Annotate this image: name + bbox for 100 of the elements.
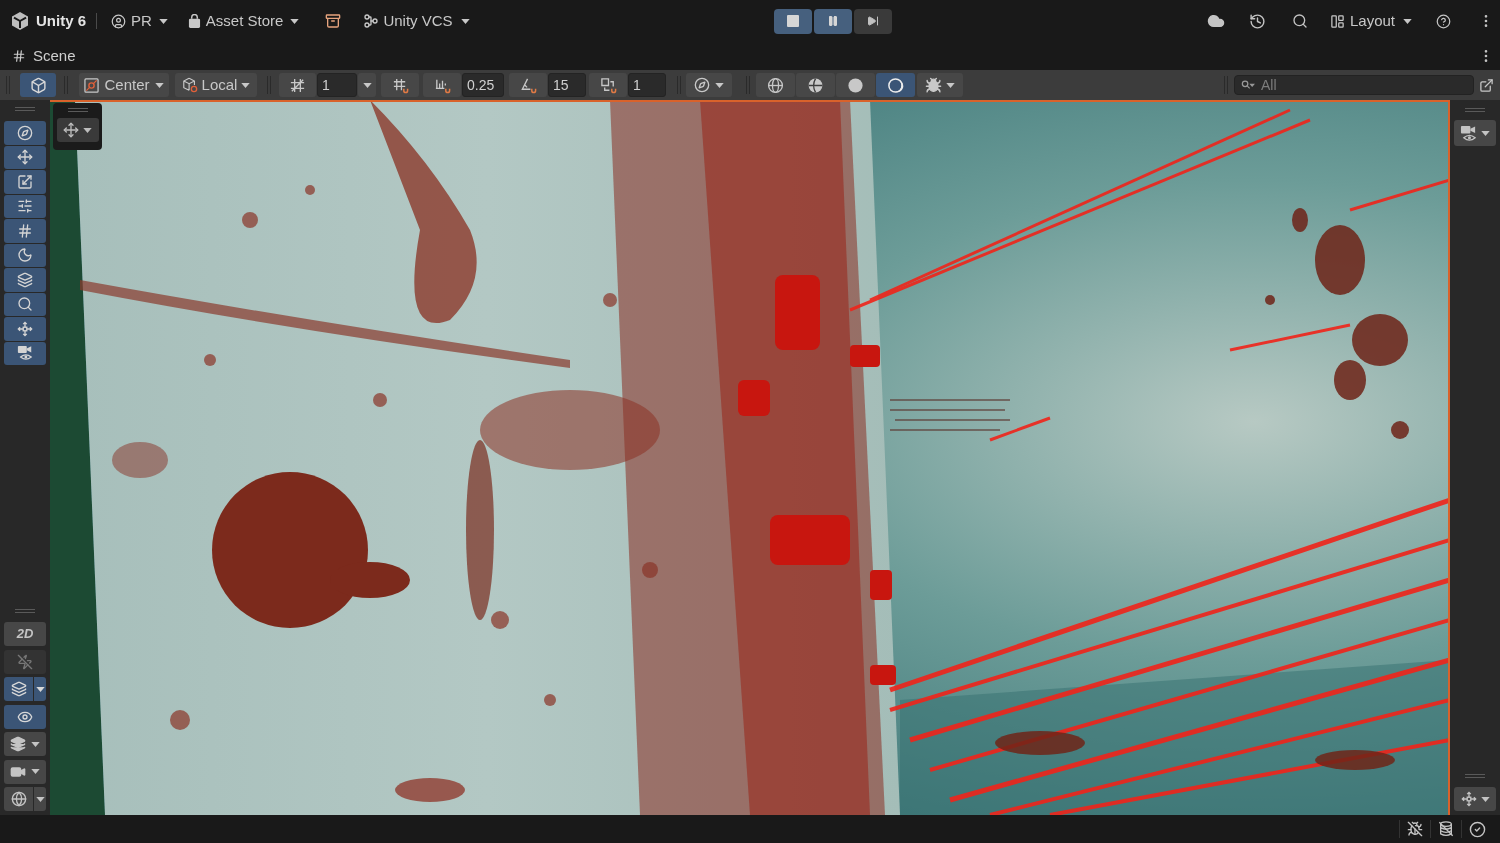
- database-off-icon: [1438, 821, 1454, 837]
- rotation-snap-button[interactable]: [509, 73, 547, 97]
- lit-mode-button[interactable]: [876, 73, 915, 97]
- slashed-bolt-icon: [17, 653, 33, 670]
- unlit-mode-button[interactable]: [836, 73, 875, 97]
- version-control-dropdown[interactable]: Unity VCS: [359, 7, 474, 35]
- account-dropdown[interactable]: PR: [107, 7, 172, 35]
- rotation-snap-field[interactable]: 15: [548, 73, 586, 97]
- drag-handle-icon[interactable]: [15, 609, 35, 613]
- compass-icon: [694, 77, 710, 93]
- hash-icon: [17, 222, 33, 239]
- tool-handle-dropdown[interactable]: [686, 73, 732, 97]
- view-tool-button[interactable]: [4, 121, 46, 145]
- layers-icon: [10, 681, 27, 697]
- caret-icon: [31, 769, 40, 774]
- gizmos-toggle-button[interactable]: [4, 787, 33, 811]
- caret-icon: [460, 18, 470, 24]
- bug-off-icon: [1407, 821, 1423, 837]
- caret-icon: [362, 82, 372, 88]
- drag-handle-icon[interactable]: [67, 108, 88, 112]
- pause-icon: [827, 15, 839, 27]
- caret-icon: [31, 741, 40, 747]
- transform-tool-button[interactable]: [4, 194, 46, 218]
- help-icon: [1435, 13, 1451, 29]
- 2d-toggle-button[interactable]: 2D: [4, 622, 46, 646]
- branch-icon: [363, 13, 380, 29]
- camera-eye-icon: [17, 345, 33, 362]
- camera-dropdown-button[interactable]: [4, 759, 46, 784]
- move-tool-button[interactable]: [4, 145, 46, 169]
- crescent-sphere-icon: [887, 76, 904, 94]
- drag-handle-icon[interactable]: [1465, 108, 1485, 112]
- placement-tool-button[interactable]: [4, 268, 46, 292]
- caret-icon: [290, 18, 300, 24]
- wire-sphere-icon: [767, 76, 784, 94]
- grid-tool-button[interactable]: [4, 219, 46, 243]
- space-dropdown[interactable]: Local: [175, 73, 257, 97]
- local-cube-icon: [181, 77, 198, 93]
- scale-snap-button[interactable]: [589, 73, 627, 97]
- increment-snap-button[interactable]: [423, 73, 461, 97]
- globe-icon: [10, 791, 27, 807]
- step-forward-icon: [867, 15, 879, 27]
- scene-tab[interactable]: Scene: [10, 44, 78, 68]
- layers-icon: [10, 736, 26, 752]
- drag-handle-icon[interactable]: [1465, 774, 1485, 778]
- zoom-tool-button[interactable]: [4, 292, 46, 316]
- caret-icon: [158, 18, 168, 24]
- hash-icon: [12, 49, 26, 63]
- search-field[interactable]: All: [1234, 75, 1474, 95]
- orientation-dropdown[interactable]: [1454, 787, 1496, 811]
- search-icon: [17, 296, 33, 313]
- user-icon: [111, 13, 126, 29]
- history-icon: [1249, 12, 1267, 30]
- layout-dropdown[interactable]: Layout: [1325, 7, 1416, 35]
- increment-snap-field[interactable]: 0.25: [462, 73, 504, 97]
- stop-button[interactable]: [774, 8, 812, 34]
- camera-eye-icon: [1460, 124, 1477, 142]
- layers-icon: [17, 271, 33, 288]
- debug-dropdown[interactable]: [917, 73, 963, 97]
- camera-view-dropdown[interactable]: [1454, 120, 1496, 146]
- step-button[interactable]: [854, 8, 892, 34]
- grid-snap-button[interactable]: [381, 73, 419, 97]
- grid-size-dropdown[interactable]: [358, 73, 376, 97]
- pivot-target-icon: [84, 77, 100, 93]
- bug-icon: [925, 76, 942, 94]
- layout-icon: [1329, 13, 1345, 29]
- drag-handle-icon[interactable]: [15, 107, 35, 111]
- padlock-icon: [187, 14, 201, 28]
- scale-snap-field[interactable]: 1: [628, 73, 666, 97]
- layers-dropdown-button[interactable]: [4, 732, 46, 756]
- effects-toggle-button[interactable]: [4, 677, 33, 701]
- pause-button[interactable]: [814, 8, 852, 34]
- camera-tool-button[interactable]: [4, 341, 46, 365]
- wireframe-mode-button[interactable]: [756, 73, 795, 97]
- center-arrows-icon: [1460, 791, 1477, 807]
- transform-dropdown[interactable]: [56, 118, 99, 142]
- options-dropdown[interactable]: [34, 787, 46, 811]
- square-icon: [787, 15, 799, 27]
- asset-store-dropdown[interactable]: Asset Store: [183, 7, 304, 35]
- shaded-wireframe-mode-button[interactable]: [796, 73, 835, 97]
- shaded-sphere-icon: [807, 76, 824, 94]
- scale-tool-button[interactable]: [4, 170, 46, 194]
- sliders-icon: [17, 198, 33, 215]
- view-mode-toggle[interactable]: [20, 73, 56, 97]
- pivot-tool-button[interactable]: [4, 317, 46, 341]
- compass-icon: [17, 124, 33, 141]
- caret-icon: [83, 127, 92, 133]
- grid-magnet-icon: [391, 76, 409, 94]
- product-name: Unity 6: [36, 10, 86, 31]
- shading-tool-button[interactable]: [4, 243, 46, 267]
- search-icon: [1291, 13, 1308, 29]
- grid-size-button[interactable]: [279, 73, 316, 97]
- grid-slash-icon: [289, 76, 306, 94]
- cube-logo-icon: [10, 11, 30, 31]
- options-dropdown[interactable]: [34, 677, 46, 701]
- pivot-dropdown[interactable]: Center: [79, 73, 169, 97]
- visibility-toggle-button[interactable]: [4, 704, 46, 729]
- scale-box-icon: [17, 173, 33, 190]
- cube-icon: [29, 76, 47, 94]
- move-arrows-icon: [63, 122, 79, 138]
- grid-size-field[interactable]: 1: [317, 73, 357, 97]
